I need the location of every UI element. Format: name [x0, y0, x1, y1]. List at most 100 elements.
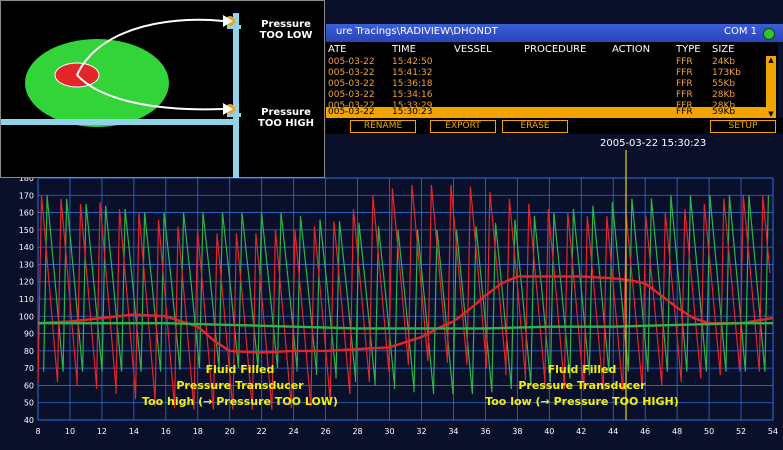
y-tick-label: 170	[19, 191, 34, 200]
column-header-type[interactable]: TYPE	[676, 44, 701, 55]
scroll-down-icon[interactable]: ▼	[766, 110, 776, 118]
row-date: 005-03-22	[328, 90, 375, 100]
label-line: Pressure	[261, 107, 311, 118]
pressure-too-high-label: Pressure TOO HIGH	[251, 107, 321, 129]
table-row[interactable]: 005-03-22 15:41:32 FFR 173Kb	[326, 68, 766, 79]
annotation-line: Too low (→ Pressure TOO HIGH)	[485, 395, 679, 408]
x-tick-label: 22	[257, 427, 267, 436]
row-type: FFR	[676, 107, 693, 117]
y-tick-label: 150	[19, 226, 34, 235]
row-date: 005-03-22	[328, 57, 375, 67]
x-tick-label: 8	[35, 427, 40, 436]
row-time: 15:41:32	[392, 68, 433, 78]
x-tick-label: 54	[768, 427, 778, 436]
annotation-right: Fluid Filled Pressure Transducer Too low…	[482, 362, 682, 410]
x-tick-label: 12	[97, 427, 107, 436]
x-tick-label: 30	[384, 427, 394, 436]
column-header-size[interactable]: SIZE	[712, 44, 734, 55]
row-size: 24Kb	[712, 57, 736, 67]
row-type: FFR	[676, 79, 693, 89]
y-tick-label: 120	[19, 278, 34, 287]
row-date: 005-03-22	[328, 107, 375, 117]
row-date: 005-03-22	[328, 79, 375, 89]
column-header-date[interactable]: ATE	[328, 44, 347, 55]
connection-status-icon	[763, 28, 775, 40]
x-tick-label: 20	[225, 427, 235, 436]
row-type: FFR	[676, 57, 693, 67]
radiview-window: 4050607080901001101201301401501601701808…	[0, 0, 783, 450]
annotation-left: Fluid Filled Pressure Transducer Too hig…	[140, 362, 340, 410]
column-header-time[interactable]: TIME	[392, 44, 416, 55]
row-date: 005-03-22	[328, 68, 375, 78]
x-tick-label: 14	[129, 427, 139, 436]
row-type: FFR	[676, 68, 693, 78]
y-tick-label: 110	[19, 295, 34, 304]
x-tick-label: 50	[704, 427, 714, 436]
pole	[233, 13, 239, 178]
x-tick-label: 36	[480, 427, 490, 436]
export-button[interactable]: EXPORT	[430, 120, 496, 133]
x-tick-label: 48	[672, 427, 682, 436]
x-tick-label: 28	[352, 427, 362, 436]
x-tick-label: 34	[448, 427, 458, 436]
x-tick-label: 38	[512, 427, 522, 436]
row-time: 15:42:50	[392, 57, 433, 67]
window-title: ure Tracings\RADIVIEW\DHONDT	[336, 26, 498, 37]
y-tick-label: 60	[24, 381, 34, 390]
table-row[interactable]: 005-03-22 15:42:50 FFR 24Kb	[326, 57, 766, 68]
label-line: TOO HIGH	[258, 118, 314, 129]
x-tick-label: 16	[161, 427, 171, 436]
x-tick-label: 18	[193, 427, 203, 436]
y-tick-label: 140	[19, 243, 34, 252]
erase-button[interactable]: ERASE	[502, 120, 568, 133]
y-tick-label: 40	[24, 416, 34, 425]
row-size: 55Kb	[712, 79, 736, 89]
annotation-line: Fluid Filled	[205, 363, 275, 376]
table-row[interactable]: 005-03-22 15:34:16 FFR 28Kb	[326, 90, 766, 101]
column-header-action[interactable]: ACTION	[612, 44, 650, 55]
row-type: FFR	[676, 90, 693, 100]
rename-button[interactable]: RENAME	[350, 120, 416, 133]
column-header-procedure[interactable]: PROCEDURE	[524, 44, 586, 55]
row-size: 28Kb	[712, 90, 736, 100]
x-tick-label: 24	[289, 427, 299, 436]
com-port-label: COM 1	[723, 26, 757, 37]
table-row-selected[interactable]: 005-03-22 15:30:23 FFR 59Kb	[326, 107, 766, 118]
y-tick-label: 70	[24, 364, 34, 373]
annotation-line: Pressure Transducer	[518, 379, 646, 392]
row-size: 173Kb	[712, 68, 741, 78]
x-tick-label: 42	[576, 427, 586, 436]
x-tick-label: 46	[640, 427, 650, 436]
y-tick-label: 160	[19, 209, 34, 218]
x-tick-label: 32	[416, 427, 426, 436]
y-tick-label: 90	[24, 330, 34, 339]
scroll-up-icon[interactable]: ▲	[766, 56, 776, 64]
table-bar	[1, 119, 239, 125]
label-line: Pressure	[261, 19, 311, 30]
annotation-line: Fluid Filled	[547, 363, 617, 376]
list-scrollbar[interactable]: ▲ ▼	[766, 56, 776, 118]
row-time: 15:30:23	[392, 107, 433, 117]
y-tick-label: 50	[24, 399, 34, 408]
title-bar: ure Tracings\RADIVIEW\DHONDT COM 1	[326, 24, 783, 42]
row-time: 15:36:18	[392, 79, 433, 89]
x-tick-label: 52	[736, 427, 746, 436]
tracing-list[interactable]: ATE TIME VESSEL PROCEDURE ACTION TYPE SI…	[326, 42, 778, 118]
annotation-line: Too high (→ Pressure TOO LOW)	[142, 395, 338, 408]
column-header-vessel[interactable]: VESSEL	[454, 44, 492, 55]
table-row[interactable]: 005-03-22 15:36:18 FFR 55Kb	[326, 79, 766, 90]
pressure-too-low-label: Pressure TOO LOW	[251, 19, 321, 41]
x-tick-label: 10	[65, 427, 75, 436]
x-tick-label: 26	[321, 427, 331, 436]
toolbar: RENAME EXPORT ERASE SETUP	[326, 118, 783, 134]
row-time: 15:34:16	[392, 90, 433, 100]
row-size: 59Kb	[712, 107, 736, 117]
heart-level-ellipse	[25, 39, 169, 127]
x-tick-label: 40	[544, 427, 554, 436]
y-tick-label: 100	[19, 312, 34, 321]
label-line: TOO LOW	[259, 30, 313, 41]
y-tick-label: 80	[24, 347, 34, 356]
y-tick-label: 130	[19, 260, 34, 269]
annotation-line: Pressure Transducer	[176, 379, 304, 392]
setup-button[interactable]: SETUP	[710, 120, 776, 133]
